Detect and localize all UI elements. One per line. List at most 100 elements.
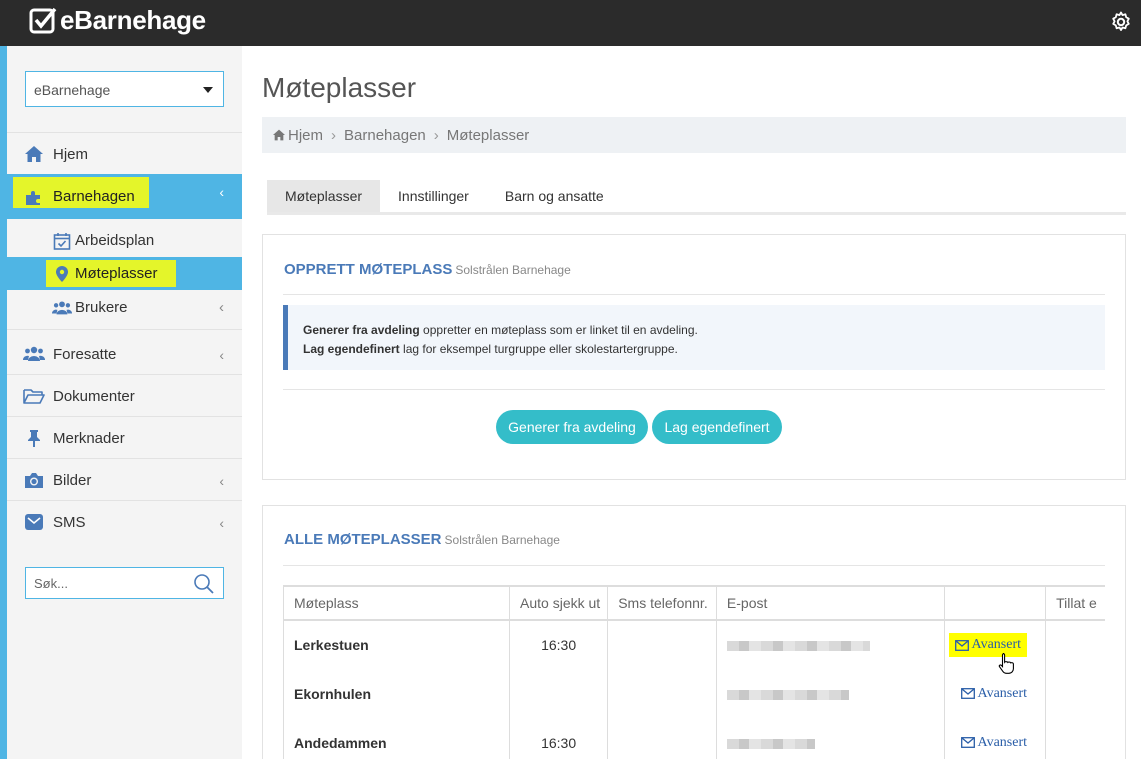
- sidebar-subitem-label: Arbeidsplan: [75, 232, 155, 249]
- sidebar-item-label: Foresatte: [53, 345, 117, 363]
- create-custom-button[interactable]: Lag egendefinert: [652, 410, 782, 444]
- cell-allow: [1046, 718, 1105, 759]
- chevron-left-icon: ‹: [219, 347, 224, 363]
- column-header[interactable]: Sms telefonnr.: [607, 585, 717, 621]
- redacted-email: [726, 641, 870, 652]
- panel-title-text: ALLE MØTEPLASSER: [284, 531, 442, 548]
- info-line1-text: oppretter en møteplass som er linket til…: [419, 323, 698, 337]
- sidebar: eBarnehage Hjem Barnehagen ‹ Arbeidsplan…: [0, 46, 242, 759]
- main-content: Møteplasser Hjem › Barnehagen › Møteplas…: [242, 46, 1141, 759]
- panel-subtitle: Solstrålen Barnehage: [455, 263, 571, 277]
- chevron-left-icon: ‹: [219, 184, 224, 200]
- cell-auto-checkout: [509, 669, 609, 718]
- sidebar-item-dokumenter[interactable]: Dokumenter: [7, 376, 242, 416]
- home-icon: [273, 129, 285, 141]
- info-callout: Generer fra avdeling oppretter en møtepl…: [283, 305, 1105, 370]
- sidebar-item-label: Dokumenter: [53, 387, 135, 405]
- cell-email: [716, 718, 945, 759]
- tab-barn-og-ansatte[interactable]: Barn og ansatte: [487, 180, 622, 212]
- sidebar-subitem-brukere[interactable]: Brukere ‹: [7, 291, 242, 324]
- table-header-row: Møteplass Auto sjekk ut Sms telefonnr. E…: [283, 585, 1105, 621]
- envelope-icon: [960, 737, 975, 748]
- kindergarten-select[interactable]: eBarnehage: [25, 71, 224, 107]
- sidebar-item-hjem[interactable]: Hjem: [7, 134, 242, 174]
- divider: [283, 294, 1105, 295]
- kindergarten-select-value: eBarnehage: [34, 82, 111, 98]
- column-header[interactable]: Møteplass: [283, 585, 511, 621]
- sidebar-item-barnehagen[interactable]: Barnehagen ‹: [7, 174, 242, 219]
- cell-sms: [607, 718, 717, 759]
- panel-title: OPPRETT MØTEPLASS Solstrålen Barnehage: [284, 261, 571, 278]
- redacted-email: [726, 689, 849, 700]
- breadcrumb-home[interactable]: Hjem: [288, 127, 323, 144]
- cell-email: [716, 669, 945, 718]
- panel-title: ALLE MØTEPLASSER Solstrålen Barnehage: [284, 531, 560, 548]
- search-input[interactable]: Søk...: [25, 567, 224, 599]
- meeting-table: Møteplass Auto sjekk ut Sms telefonnr. E…: [283, 585, 1105, 759]
- sidebar-item-foresatte[interactable]: Foresatte ‹: [7, 334, 242, 374]
- cell-name: Ekornhulen: [283, 669, 511, 718]
- puzzle-icon: [23, 186, 45, 208]
- cell-allow: [1046, 669, 1105, 718]
- advanced-label: Avansert: [971, 637, 1022, 652]
- cell-name: Lerkestuen: [283, 620, 511, 669]
- tab-moteplasser[interactable]: Møteplasser: [267, 180, 381, 212]
- generate-from-department-button[interactable]: Generer fra avdeling: [496, 410, 648, 444]
- advanced-button[interactable]: Avansert: [955, 682, 1034, 706]
- tab-innstillinger[interactable]: Innstillinger: [380, 180, 487, 212]
- divider: [7, 329, 242, 330]
- divider: [7, 458, 242, 459]
- column-header[interactable]: Tillat e: [1045, 585, 1105, 621]
- search-icon[interactable]: [193, 573, 215, 595]
- table-row: Lerkestuen 16:30 Avansert: [283, 620, 1106, 669]
- cell-action: Avansert: [944, 669, 1047, 718]
- info-line2-bold: Lag egendefinert: [303, 342, 400, 356]
- search-placeholder: Søk...: [34, 576, 68, 591]
- breadcrumb-barnehagen[interactable]: Barnehagen: [344, 127, 426, 144]
- sidebar-subitem-moteplasser[interactable]: Møteplasser: [7, 257, 242, 290]
- sidebar-item-bilder[interactable]: Bilder ‹: [7, 460, 242, 500]
- sidebar-item-label: SMS: [53, 513, 86, 531]
- cell-sms: [607, 669, 717, 718]
- divider: [7, 416, 242, 417]
- sidebar-subitem-label: Brukere: [75, 299, 128, 316]
- divider: [283, 565, 1105, 566]
- advanced-label: Avansert: [977, 734, 1028, 750]
- tab-bar: Møteplasser Innstillinger Barn og ansatt…: [267, 180, 1126, 215]
- sidebar-item-label: Bilder: [53, 471, 92, 489]
- table-row: Ekornhulen Avansert: [283, 669, 1106, 718]
- chevron-left-icon: ‹: [219, 473, 224, 489]
- checkbox-logo-icon: [29, 7, 57, 33]
- sidebar-subitem-label: Møteplasser: [75, 265, 158, 282]
- divider: [7, 374, 242, 375]
- cell-allow: [1046, 620, 1105, 669]
- info-line2-text: lag for eksempel turgruppe eller skolest…: [399, 342, 678, 356]
- breadcrumb-current: Møteplasser: [446, 126, 530, 144]
- folder-icon: [23, 385, 45, 407]
- sidebar-item-sms[interactable]: SMS ‹: [7, 502, 242, 542]
- advanced-label: Avansert: [977, 685, 1028, 701]
- table-row: Andedammen 16:30 Avansert: [283, 718, 1106, 759]
- column-header[interactable]: Auto sjekk ut: [509, 585, 609, 621]
- panel-subtitle: Solstrålen Barnehage: [444, 533, 560, 547]
- brand-logo[interactable]: eBarnehage: [28, 5, 206, 36]
- cell-auto-checkout: 16:30: [509, 718, 609, 759]
- column-header[interactable]: E-post: [716, 585, 945, 621]
- table-viewport: Møteplass Auto sjekk ut Sms telefonnr. E…: [283, 585, 1105, 759]
- gear-icon[interactable]: [1109, 10, 1133, 34]
- sidebar-item-merknader[interactable]: Merknader: [7, 418, 242, 458]
- top-bar: eBarnehage: [0, 0, 1141, 46]
- chevron-left-icon: ‹: [219, 515, 224, 531]
- sidebar-subitem-arbeidsplan[interactable]: Arbeidsplan: [7, 224, 242, 257]
- panel-title-text: OPPRETT MØTEPLASS: [284, 261, 453, 278]
- cell-action: Avansert: [944, 718, 1047, 759]
- all-meetings-panel: ALLE MØTEPLASSER Solstrålen Barnehage Møt…: [262, 505, 1126, 759]
- advanced-button[interactable]: Avansert: [955, 731, 1034, 755]
- breadcrumb-separator-icon: ›: [331, 126, 337, 144]
- breadcrumb-separator-icon: ›: [433, 126, 439, 144]
- divider: [7, 500, 242, 501]
- sidebar-item-label: Hjem: [53, 145, 89, 163]
- page-title: Møteplasser: [262, 72, 417, 103]
- caret-down-icon: [203, 87, 213, 93]
- envelope-icon: [954, 639, 969, 651]
